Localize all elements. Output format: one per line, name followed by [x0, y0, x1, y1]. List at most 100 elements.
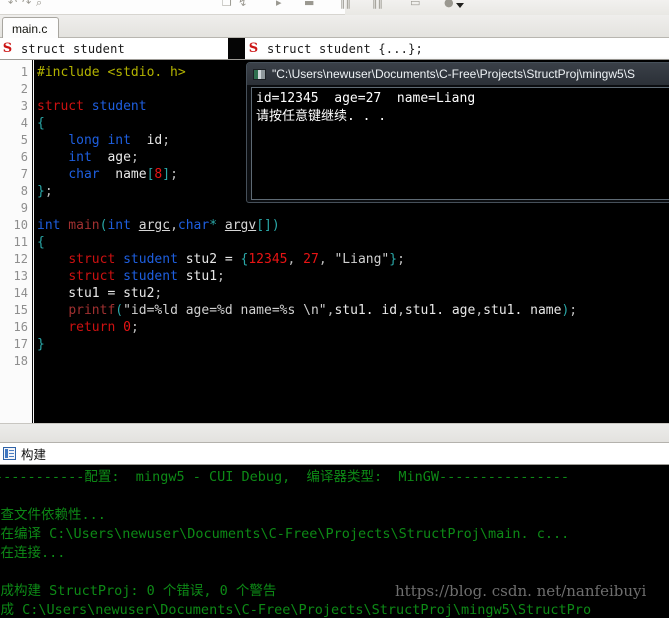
line-number: 15 — [13, 303, 28, 317]
line-number: 1 — [20, 65, 28, 79]
code-token: 27 — [303, 252, 319, 267]
code-token: int — [37, 218, 61, 233]
line-number: 7 — [20, 167, 28, 181]
console-output-line: id=12345 age=27 name=Liang — [256, 91, 476, 106]
code-token: argc — [138, 218, 171, 233]
console-titlebar[interactable]: "C:\Users\newuser\Documents\C-Free\Proje… — [247, 63, 669, 85]
code-line: int age; — [37, 149, 139, 166]
code-token: long int — [68, 133, 131, 148]
code-line: struct student — [37, 98, 147, 115]
code-line: }; — [37, 183, 53, 200]
code-token: main — [60, 218, 100, 233]
code-token: struct — [68, 269, 124, 284]
code-line: char name[8]; — [37, 166, 178, 183]
build-log-icon — [3, 447, 16, 460]
code-token: ; — [130, 150, 139, 165]
code-line: } — [37, 336, 45, 353]
code-token: stu2 = — [177, 252, 241, 267]
scope-combo-left[interactable]: S struct student — [0, 38, 228, 59]
chevron-down-icon[interactable] — [456, 3, 464, 8]
paste-icon[interactable]: ❐ — [222, 0, 232, 9]
code-line: long int id; — [37, 132, 170, 149]
build-output-line: 完成构建 StructProj: 0 个错误, 0 个警告 — [0, 583, 277, 599]
build-output-line: 正在编译 C:\Users\newuser\Documents\C-Free\P… — [0, 526, 570, 542]
line-number: 18 — [13, 354, 28, 368]
code-token: stu1. name — [483, 303, 562, 318]
build-panel-tabbar: 构建 — [0, 443, 669, 465]
search-icon[interactable]: ⌕ — [36, 0, 42, 10]
code-token: { — [37, 116, 45, 131]
code-token: stu1. age — [404, 303, 476, 318]
editor-tab-main-c[interactable]: main.c — [2, 17, 60, 39]
help-icon[interactable]: ● — [444, 0, 454, 9]
toolbar-left-panel — [0, 0, 345, 15]
code-token: int — [107, 218, 131, 233]
code-token: student — [123, 269, 178, 284]
code-token: [] — [256, 218, 272, 233]
line-number: 10 — [13, 218, 28, 232]
code-token: stu1 — [177, 269, 218, 284]
code-line: struct student stu2 = {12345, 27, "Liang… — [37, 251, 405, 268]
redo-arrow-icon[interactable]: ↷ — [22, 0, 31, 9]
code-token: ; — [569, 303, 578, 318]
code-token: struct — [37, 99, 92, 114]
code-token: struct — [68, 252, 124, 267]
code-token: student — [91, 99, 147, 114]
code-token: "Liang" — [326, 252, 390, 267]
code-token: ; — [162, 133, 171, 148]
panel-splitter[interactable] — [0, 423, 669, 443]
member-combo-right[interactable]: S struct student {...}; — [246, 38, 669, 59]
stop-icon[interactable]: ▬ — [304, 0, 314, 9]
line-number: 11 — [13, 235, 28, 249]
code-token: } — [37, 184, 45, 199]
tab-build[interactable]: 构建 — [0, 443, 54, 464]
code-line: printf("id=%ld age=%d name=%s \n",stu1. … — [37, 302, 577, 319]
compile-run-icon[interactable]: ↯ — [238, 0, 247, 9]
line-number: 14 — [13, 286, 28, 300]
code-token: ; — [130, 320, 139, 335]
code-line: #include <stdio. h> — [37, 64, 186, 81]
line-number: 13 — [13, 269, 28, 283]
undo-arrow-icon[interactable]: ↶ — [8, 0, 17, 9]
code-token: } — [389, 252, 398, 267]
ide-window: ↶ ↷ ⌕ ❐ ↯ ▸ ▬ ‖‖ ‖‖ ▭ ● main.c S struct student S … — [0, 0, 669, 618]
code-token: ; — [217, 269, 225, 284]
struct-icon: S — [248, 41, 259, 56]
line-number: 3 — [20, 99, 28, 113]
line-number: 8 — [20, 184, 28, 198]
line-number: 17 — [13, 337, 28, 351]
code-token: ; — [170, 167, 178, 182]
line-number: 4 — [20, 116, 28, 130]
code-line: { — [37, 234, 45, 251]
tab-build-label: 构建 — [21, 448, 47, 462]
code-token: ; — [154, 286, 163, 301]
build-output-line: 生成 C:\Users\newuser\Documents\C-Free\Pro… — [0, 602, 592, 618]
line-number: 2 — [20, 82, 28, 96]
code-token: 12345 — [248, 252, 288, 267]
code-token: char — [177, 218, 210, 233]
console-window-icon — [253, 68, 266, 80]
scope-combo-left-dropdown[interactable] — [228, 38, 245, 59]
build-output-panel[interactable]: -------------------配置: mingw5 - CUI Debu… — [0, 465, 669, 618]
code-token: char — [68, 167, 100, 182]
code-token: student — [123, 252, 178, 267]
build-icon[interactable]: ▸ — [276, 0, 282, 9]
code-token: name — [99, 167, 147, 182]
code-line: int main(int argc,char* argv[]) — [37, 217, 280, 234]
program-output-window[interactable]: "C:\Users\newuser\Documents\C-Free\Proje… — [246, 62, 669, 203]
window-layout-icon[interactable]: ▭ — [410, 0, 420, 9]
line-number: 16 — [13, 320, 28, 334]
console-text-area: id=12345 age=27 name=Liang 请按任意键继续. . . — [251, 87, 669, 200]
breakpoint-list-icon[interactable]: ‖‖ — [340, 0, 351, 9]
code-token: stu1. id — [334, 303, 398, 318]
code-token: } — [37, 337, 45, 352]
code-token: , — [475, 303, 484, 318]
watch-list-icon[interactable]: ‖‖ — [372, 0, 383, 9]
